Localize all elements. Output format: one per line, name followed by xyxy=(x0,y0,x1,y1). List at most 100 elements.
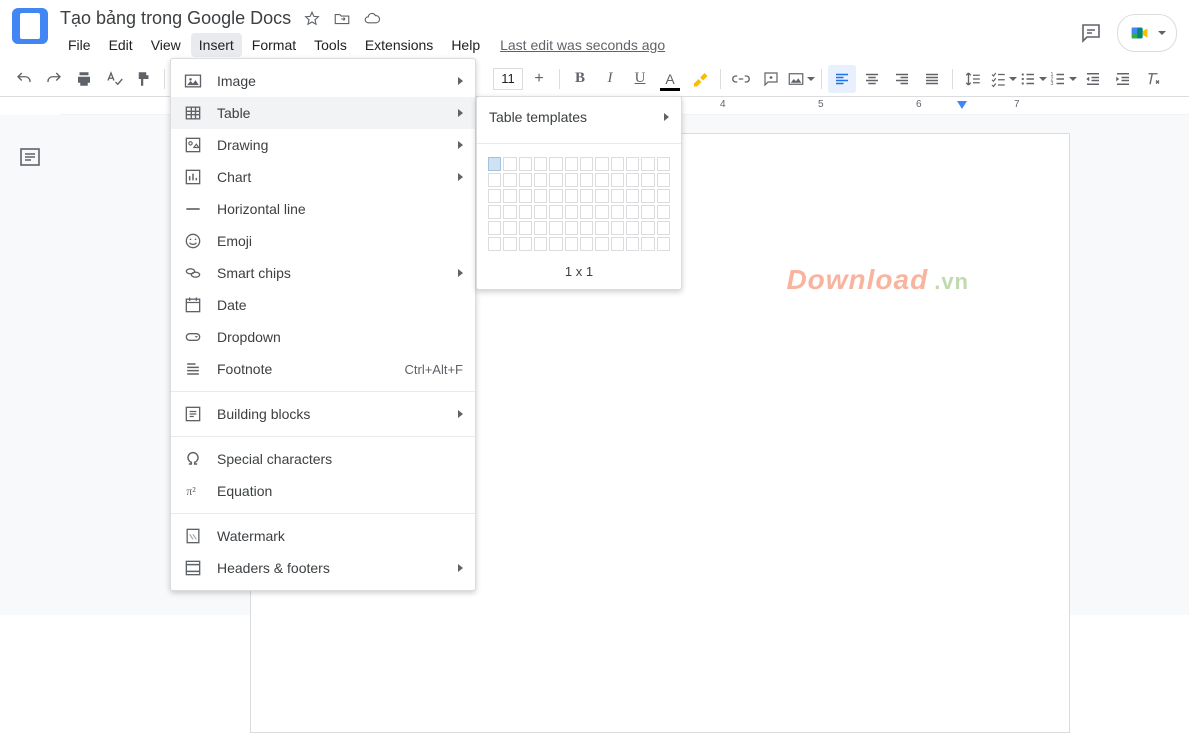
grid-cell[interactable] xyxy=(641,205,654,219)
undo-button[interactable] xyxy=(10,65,38,93)
grid-cell[interactable] xyxy=(549,173,562,187)
grid-cell[interactable] xyxy=(488,157,501,171)
grid-cell[interactable] xyxy=(580,237,593,251)
insert-special-characters[interactable]: Special characters xyxy=(171,443,475,475)
grid-cell[interactable] xyxy=(611,205,624,219)
grid-cell[interactable] xyxy=(611,237,624,251)
grid-cell[interactable] xyxy=(611,221,624,235)
menu-tools[interactable]: Tools xyxy=(306,33,355,57)
grid-cell[interactable] xyxy=(488,173,501,187)
grid-cell[interactable] xyxy=(534,157,547,171)
italic-button[interactable]: I xyxy=(596,65,624,93)
grid-cell[interactable] xyxy=(565,237,578,251)
grid-cell[interactable] xyxy=(595,157,608,171)
grid-cell[interactable] xyxy=(549,221,562,235)
checklist-button[interactable] xyxy=(989,65,1017,93)
insert-drawing[interactable]: Drawing xyxy=(171,129,475,161)
spellcheck-button[interactable] xyxy=(100,65,128,93)
grid-cell[interactable] xyxy=(534,237,547,251)
table-size-grid[interactable] xyxy=(477,150,681,258)
grid-cell[interactable] xyxy=(565,221,578,235)
paint-format-button[interactable] xyxy=(130,65,158,93)
grid-cell[interactable] xyxy=(565,173,578,187)
grid-cell[interactable] xyxy=(611,157,624,171)
grid-cell[interactable] xyxy=(503,205,516,219)
insert-smart-chips[interactable]: Smart chips xyxy=(171,257,475,289)
grid-cell[interactable] xyxy=(657,173,670,187)
grid-cell[interactable] xyxy=(641,237,654,251)
bold-button[interactable]: B xyxy=(566,65,594,93)
font-size-increase[interactable]: + xyxy=(525,65,553,93)
grid-cell[interactable] xyxy=(657,189,670,203)
clear-format-button[interactable] xyxy=(1139,65,1167,93)
grid-cell[interactable] xyxy=(549,189,562,203)
insert-headers-footers[interactable]: Headers & footers xyxy=(171,552,475,584)
align-center-button[interactable] xyxy=(858,65,886,93)
grid-cell[interactable] xyxy=(534,221,547,235)
grid-cell[interactable] xyxy=(503,157,516,171)
grid-cell[interactable] xyxy=(565,205,578,219)
grid-cell[interactable] xyxy=(595,221,608,235)
insert-date[interactable]: Date xyxy=(171,289,475,321)
redo-button[interactable] xyxy=(40,65,68,93)
last-edit-link[interactable]: Last edit was seconds ago xyxy=(500,37,665,53)
grid-cell[interactable] xyxy=(488,189,501,203)
grid-cell[interactable] xyxy=(488,237,501,251)
grid-cell[interactable] xyxy=(565,157,578,171)
grid-cell[interactable] xyxy=(641,221,654,235)
grid-cell[interactable] xyxy=(580,221,593,235)
grid-cell[interactable] xyxy=(519,189,532,203)
grid-cell[interactable] xyxy=(641,173,654,187)
menu-edit[interactable]: Edit xyxy=(101,33,141,57)
link-button[interactable] xyxy=(727,65,755,93)
grid-cell[interactable] xyxy=(519,173,532,187)
grid-cell[interactable] xyxy=(595,189,608,203)
grid-cell[interactable] xyxy=(503,173,516,187)
comment-button[interactable] xyxy=(757,65,785,93)
indent-decrease-button[interactable] xyxy=(1079,65,1107,93)
grid-cell[interactable] xyxy=(580,157,593,171)
insert-watermark[interactable]: Watermark xyxy=(171,520,475,552)
grid-cell[interactable] xyxy=(595,237,608,251)
font-size-input[interactable]: 11 xyxy=(493,68,523,90)
grid-cell[interactable] xyxy=(549,237,562,251)
meet-button[interactable] xyxy=(1117,14,1177,52)
grid-cell[interactable] xyxy=(611,189,624,203)
insert-footnote[interactable]: FootnoteCtrl+Alt+F xyxy=(171,353,475,385)
menu-view[interactable]: View xyxy=(143,33,189,57)
document-title[interactable]: Tạo bảng trong Google Docs xyxy=(60,8,291,29)
grid-cell[interactable] xyxy=(595,205,608,219)
insert-equation[interactable]: π²Equation xyxy=(171,475,475,507)
table-templates-item[interactable]: Table templates xyxy=(477,97,681,137)
align-left-button[interactable] xyxy=(828,65,856,93)
line-spacing-button[interactable] xyxy=(959,65,987,93)
grid-cell[interactable] xyxy=(503,221,516,235)
grid-cell[interactable] xyxy=(641,157,654,171)
grid-cell[interactable] xyxy=(626,205,639,219)
grid-cell[interactable] xyxy=(565,189,578,203)
grid-cell[interactable] xyxy=(626,157,639,171)
grid-cell[interactable] xyxy=(519,157,532,171)
grid-cell[interactable] xyxy=(549,205,562,219)
insert-image[interactable]: Image xyxy=(171,65,475,97)
grid-cell[interactable] xyxy=(534,205,547,219)
numbered-list-button[interactable]: 123 xyxy=(1049,65,1077,93)
menu-format[interactable]: Format xyxy=(244,33,304,57)
grid-cell[interactable] xyxy=(657,157,670,171)
move-icon[interactable] xyxy=(333,10,351,28)
grid-cell[interactable] xyxy=(488,205,501,219)
insert-horizontal-line[interactable]: Horizontal line xyxy=(171,193,475,225)
menu-help[interactable]: Help xyxy=(443,33,488,57)
outline-toggle[interactable] xyxy=(18,145,42,169)
grid-cell[interactable] xyxy=(626,189,639,203)
grid-cell[interactable] xyxy=(641,189,654,203)
grid-cell[interactable] xyxy=(534,189,547,203)
text-color-button[interactable]: A xyxy=(656,65,684,93)
bulleted-list-button[interactable] xyxy=(1019,65,1047,93)
grid-cell[interactable] xyxy=(657,221,670,235)
star-icon[interactable] xyxy=(303,10,321,28)
menu-file[interactable]: File xyxy=(60,33,99,57)
grid-cell[interactable] xyxy=(580,205,593,219)
grid-cell[interactable] xyxy=(626,221,639,235)
underline-button[interactable]: U xyxy=(626,65,654,93)
